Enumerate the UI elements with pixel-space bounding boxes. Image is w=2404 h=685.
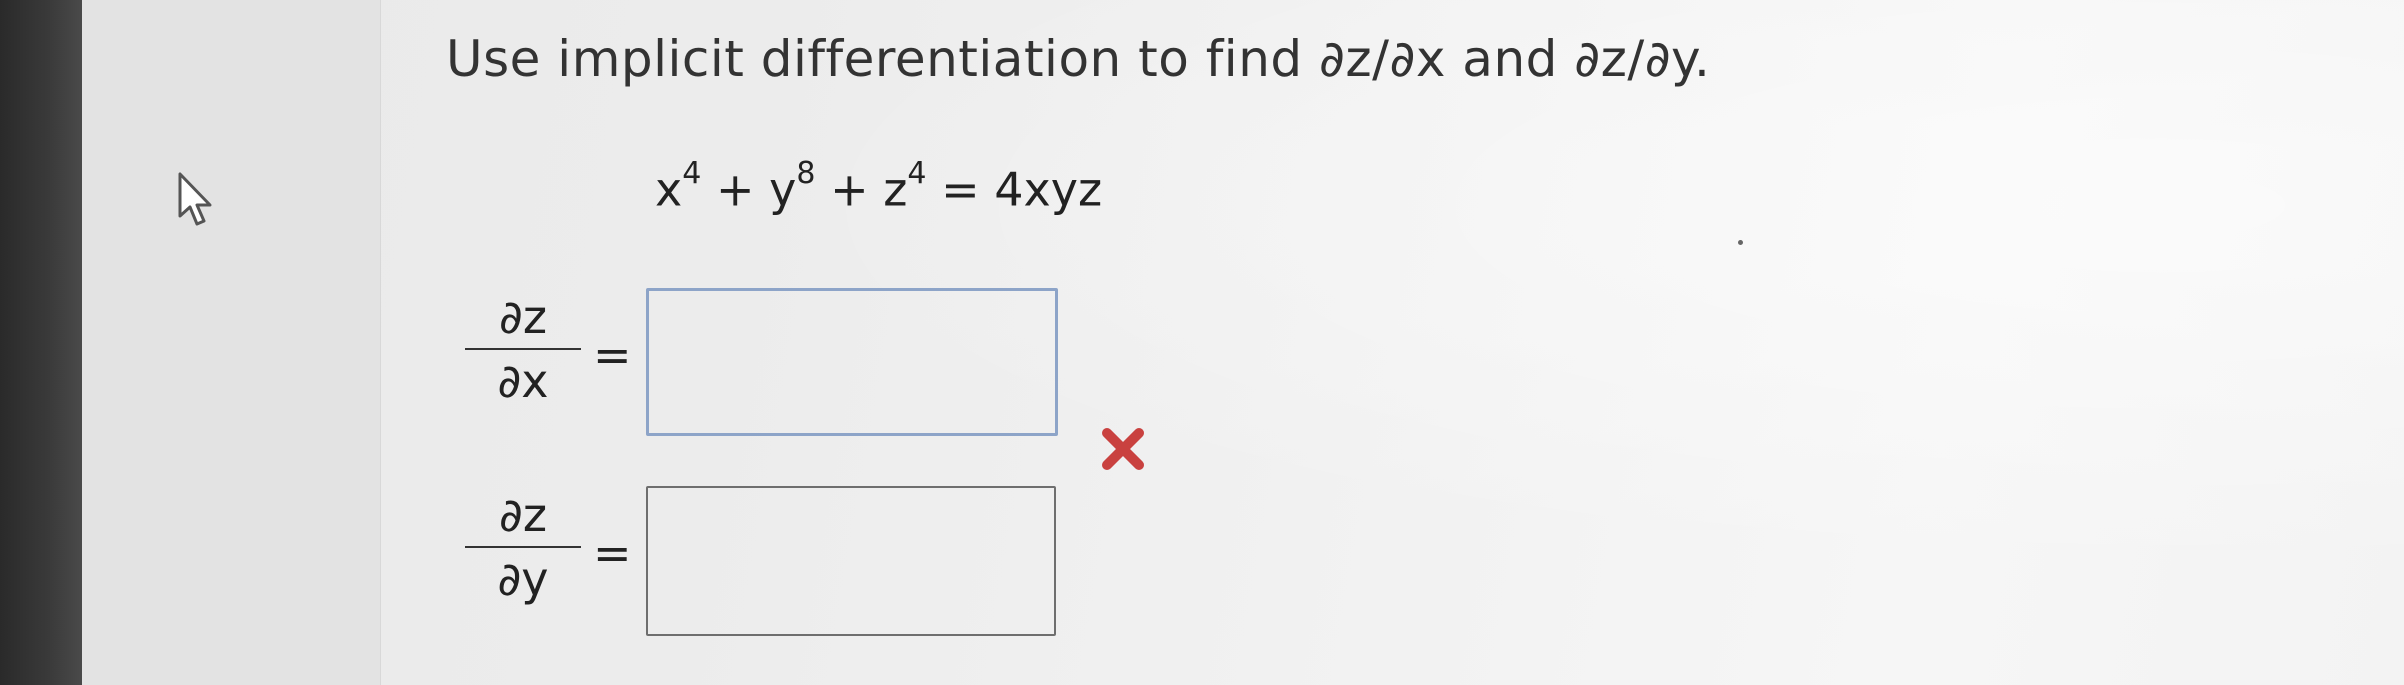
equation-term-z: z xyxy=(883,162,908,217)
fraction-numerator: ∂z xyxy=(465,290,581,350)
equals-sign: = xyxy=(593,328,632,382)
equals-sign: = xyxy=(593,526,632,580)
fraction-denominator: ∂x xyxy=(497,354,549,408)
dz-dy-answer-input[interactable] xyxy=(646,486,1056,636)
equation-exponent-y: 8 xyxy=(796,156,816,191)
equation-rhs: = 4xyz xyxy=(926,162,1103,217)
pointer-cursor-icon xyxy=(178,172,212,226)
dz-dx-answer-input[interactable] xyxy=(646,288,1058,436)
equation-exponent-z: 4 xyxy=(907,156,927,191)
partial-dz-dx-label: ∂z ∂x xyxy=(465,290,581,408)
fraction-numerator: ∂z xyxy=(465,488,581,548)
partial-dz-dy-label: ∂z ∂y xyxy=(465,488,581,606)
equation-term-y: y xyxy=(769,162,797,217)
incorrect-x-icon xyxy=(1102,428,1144,470)
equation-plus: + xyxy=(815,162,884,217)
equation-plus: + xyxy=(701,162,770,217)
side-panel xyxy=(82,0,381,685)
screen-bezel xyxy=(0,0,82,685)
equation-term-x: x xyxy=(655,162,683,217)
fraction-denominator: ∂y xyxy=(497,552,549,606)
screen-speck xyxy=(1738,240,1743,245)
equation: x4 + y8 + z4 = 4xyz xyxy=(655,156,1103,217)
equation-exponent-x: 4 xyxy=(682,156,702,191)
question-prompt: Use implicit differentiation to find ∂z/… xyxy=(446,30,1711,88)
